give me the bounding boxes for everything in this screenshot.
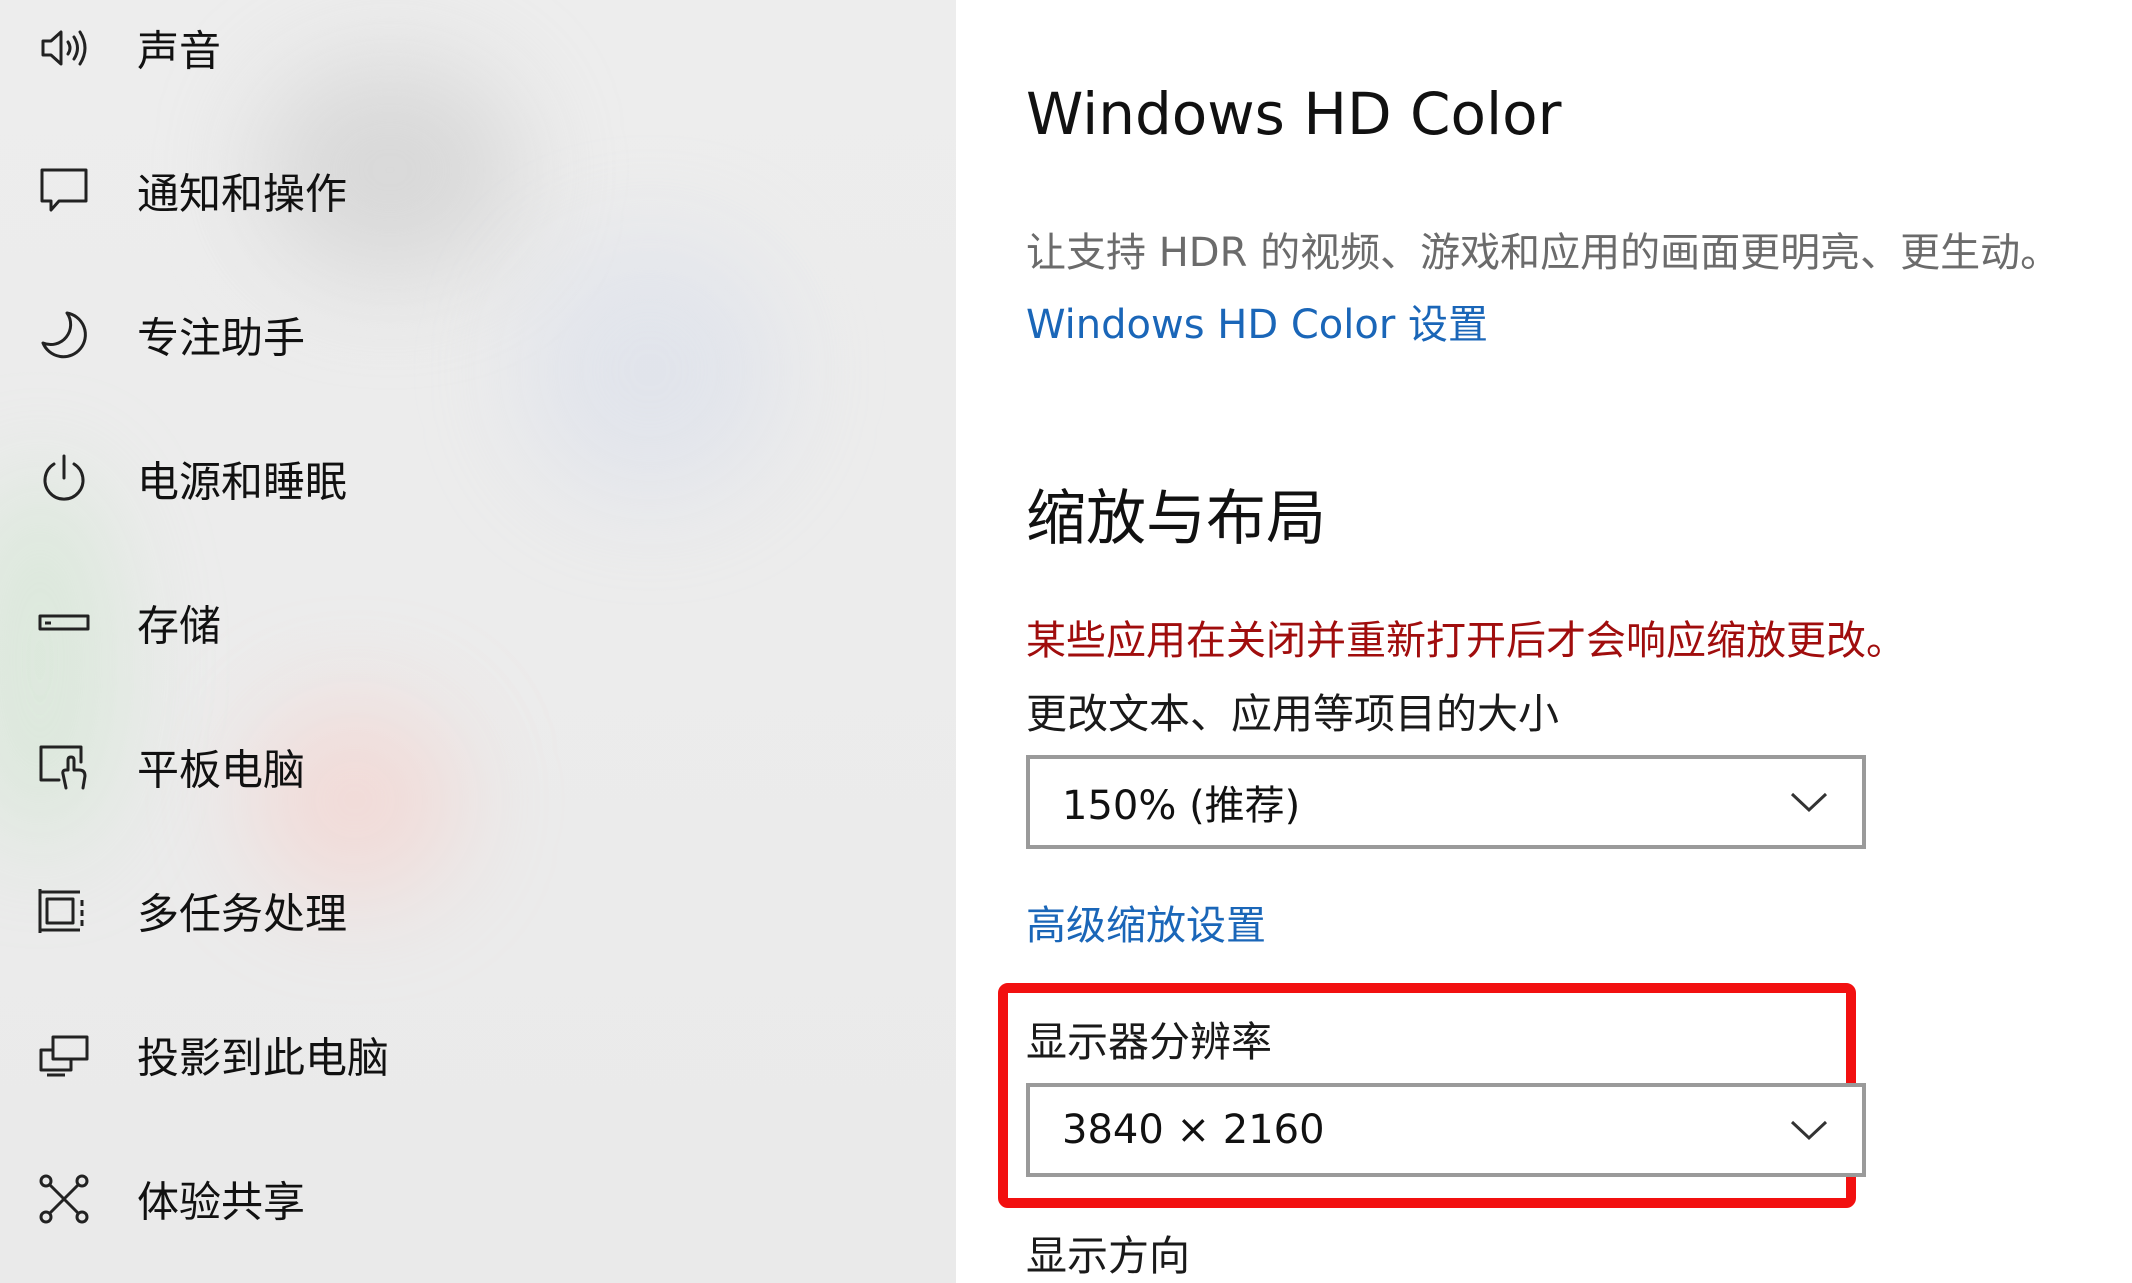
tablet-icon	[36, 739, 92, 795]
resolution-dropdown[interactable]: 3840 × 2160	[1026, 1083, 1866, 1177]
hd-color-title: Windows HD Color	[1026, 80, 1562, 148]
display-settings-content: Windows HD Color 让支持 HDR 的视频、游戏和应用的画面更明亮…	[956, 0, 2132, 1283]
speaker-icon	[36, 20, 92, 76]
hd-color-settings-link[interactable]: Windows HD Color 设置	[1026, 292, 1488, 350]
hd-color-description: 让支持 HDR 的视频、游戏和应用的画面更明亮、更生动。	[1026, 230, 2061, 276]
share-icon	[36, 1171, 92, 1227]
sidebar-item-shared-experiences[interactable]: 体验共享	[0, 1144, 956, 1254]
storage-icon	[36, 595, 92, 651]
sidebar-item-tablet[interactable]: 平板电脑	[0, 712, 956, 822]
sidebar-item-sound[interactable]: 声音	[0, 0, 956, 103]
chevron-down-icon	[1790, 1120, 1828, 1141]
power-icon	[36, 451, 92, 507]
resolution-label: 显示器分辨率	[1026, 1018, 1272, 1066]
project-icon	[36, 1027, 92, 1083]
sidebar-item-label: 平板电脑	[137, 745, 306, 795]
settings-sidebar: 声音 通知和操作 专注助手 电源和睡眠 存储 平板电脑 多任务处理 投影到此电脑…	[0, 0, 956, 1283]
sidebar-item-notifications[interactable]: 通知和操作	[0, 136, 956, 246]
sidebar-item-label: 专注助手	[137, 313, 306, 363]
chevron-down-icon	[1790, 792, 1828, 813]
text-size-value: 150% (推荐)	[1062, 783, 1301, 829]
sidebar-item-power-sleep[interactable]: 电源和睡眠	[0, 424, 956, 534]
notification-icon	[36, 163, 92, 219]
sidebar-item-label: 通知和操作	[137, 169, 348, 219]
sidebar-item-label: 存储	[137, 601, 222, 651]
sidebar-item-label: 投影到此电脑	[137, 1033, 390, 1083]
moon-icon	[36, 307, 92, 363]
sidebar-item-focus-assist[interactable]: 专注助手	[0, 280, 956, 390]
sidebar-item-storage[interactable]: 存储	[0, 568, 956, 678]
sidebar-item-label: 体验共享	[137, 1177, 306, 1227]
scale-layout-title: 缩放与布局	[1026, 484, 1326, 554]
advanced-scaling-link[interactable]: 高级缩放设置	[1026, 893, 1266, 951]
text-size-dropdown[interactable]: 150% (推荐)	[1026, 755, 1866, 849]
sidebar-item-label: 电源和睡眠	[137, 457, 348, 507]
sidebar-item-label: 多任务处理	[137, 889, 348, 939]
orientation-label: 显示方向	[1026, 1232, 1190, 1280]
sidebar-item-multitasking[interactable]: 多任务处理	[0, 856, 956, 966]
sidebar-item-project-to-pc[interactable]: 投影到此电脑	[0, 1000, 956, 1110]
sidebar-item-label: 声音	[137, 26, 222, 76]
scale-warning-text: 某些应用在关闭并重新打开后才会响应缩放更改。	[1026, 618, 1906, 664]
resolution-value: 3840 × 2160	[1062, 1107, 1325, 1153]
text-size-label: 更改文本、应用等项目的大小	[1026, 690, 1559, 738]
multitasking-icon	[36, 883, 92, 939]
